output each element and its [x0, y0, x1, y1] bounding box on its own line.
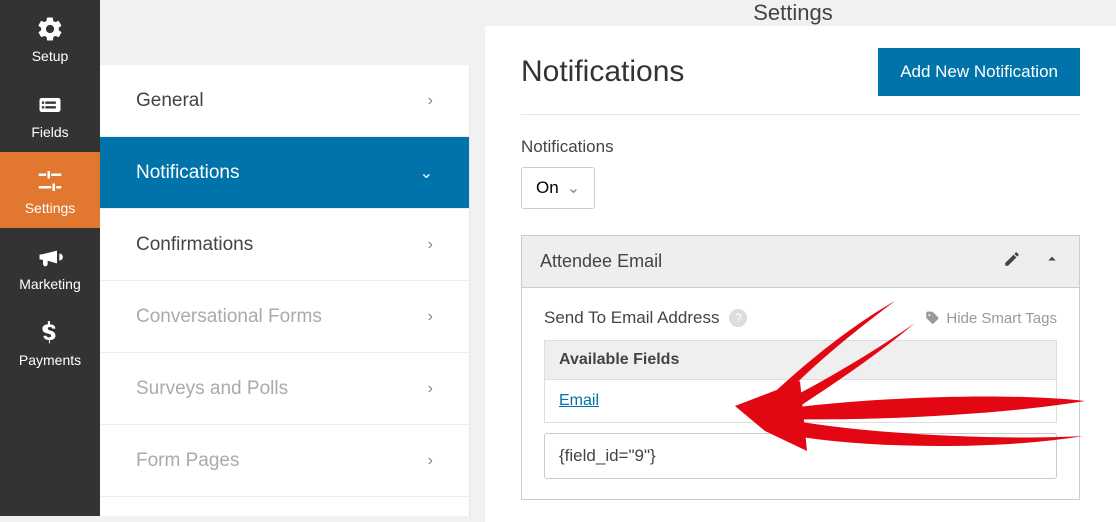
sliders-icon: [0, 166, 100, 196]
nav-settings-label: Settings: [0, 200, 100, 216]
add-new-notification-button[interactable]: Add New Notification: [878, 48, 1080, 96]
chevron-up-icon[interactable]: [1043, 250, 1061, 273]
sidebar-item-label: Conversational Forms: [136, 306, 322, 328]
nav-payments[interactable]: Payments: [0, 304, 100, 380]
available-fields-header: Available Fields: [545, 341, 1056, 380]
sidebar-item-label: Notifications: [136, 162, 240, 184]
available-field-item: Email: [545, 380, 1056, 422]
sidebar-item-label: Confirmations: [136, 234, 253, 256]
notifications-status-select[interactable]: On ⌄: [521, 167, 595, 209]
nav-marketing[interactable]: Marketing: [0, 228, 100, 304]
hide-smart-tags-text: Hide Smart Tags: [946, 310, 1057, 327]
sidebar-item-label: General: [136, 90, 204, 112]
help-icon[interactable]: ?: [729, 309, 747, 327]
list-icon: [0, 90, 100, 120]
main-panel: Notifications Add New Notification Notif…: [485, 26, 1116, 522]
main-column: Settings Notifications Add New Notificat…: [470, 0, 1116, 516]
nav-marketing-label: Marketing: [0, 276, 100, 292]
sidebar-item-notifications[interactable]: Notifications ⌄: [100, 137, 469, 209]
sidebar-item-general[interactable]: General ›: [100, 65, 469, 137]
chevron-right-icon: ›: [428, 92, 433, 110]
nav-setup-label: Setup: [0, 48, 100, 64]
edit-icon[interactable]: [1003, 250, 1021, 273]
top-bar: Settings: [470, 0, 1116, 26]
sidebar-item-form-pages[interactable]: Form Pages ›: [100, 425, 469, 497]
bullhorn-icon: [0, 242, 100, 272]
nav-setup[interactable]: Setup: [0, 0, 100, 76]
nav-settings[interactable]: Settings: [0, 152, 100, 228]
page-title: Notifications: [521, 55, 684, 89]
chevron-right-icon: ›: [428, 308, 433, 326]
settings-sidebar: General › Notifications ⌄ Confirmations …: [100, 65, 470, 516]
dollar-icon: [0, 318, 100, 348]
settings-sidebar-column: General › Notifications ⌄ Confirmations …: [100, 0, 470, 516]
nav-payments-label: Payments: [0, 352, 100, 368]
available-field-email-link[interactable]: Email: [559, 392, 599, 409]
chevron-right-icon: ›: [428, 452, 433, 470]
notification-panel: Attendee Email Send To Email Address ?: [521, 235, 1080, 500]
sidebar-item-label: Form Pages: [136, 450, 239, 472]
nav-fields-label: Fields: [0, 124, 100, 140]
notifications-status-value: On: [536, 178, 559, 198]
hide-smart-tags-link[interactable]: Hide Smart Tags: [925, 310, 1057, 327]
left-nav: Setup Fields Settings Marketing Payments: [0, 0, 100, 516]
notifications-status-label: Notifications: [521, 137, 1080, 157]
sidebar-item-label: Surveys and Polls: [136, 378, 288, 400]
chevron-down-icon: ⌄: [420, 163, 433, 183]
notification-panel-title: Attendee Email: [540, 251, 662, 272]
chevron-right-icon: ›: [428, 236, 433, 254]
chevron-right-icon: ›: [428, 380, 433, 398]
send-to-label-text: Send To Email Address: [544, 308, 719, 328]
available-fields-box: Available Fields Email: [544, 340, 1057, 423]
sidebar-item-surveys-polls[interactable]: Surveys and Polls ›: [100, 353, 469, 425]
nav-fields[interactable]: Fields: [0, 76, 100, 152]
send-to-email-input[interactable]: [544, 433, 1057, 479]
chevron-down-icon: ⌄: [567, 178, 580, 198]
gear-icon: [0, 14, 100, 44]
tag-icon: [925, 311, 940, 326]
sidebar-item-confirmations[interactable]: Confirmations ›: [100, 209, 469, 281]
topbar-title: Settings: [753, 0, 833, 26]
send-to-label: Send To Email Address ?: [544, 308, 747, 328]
sidebar-item-conversational-forms[interactable]: Conversational Forms ›: [100, 281, 469, 353]
